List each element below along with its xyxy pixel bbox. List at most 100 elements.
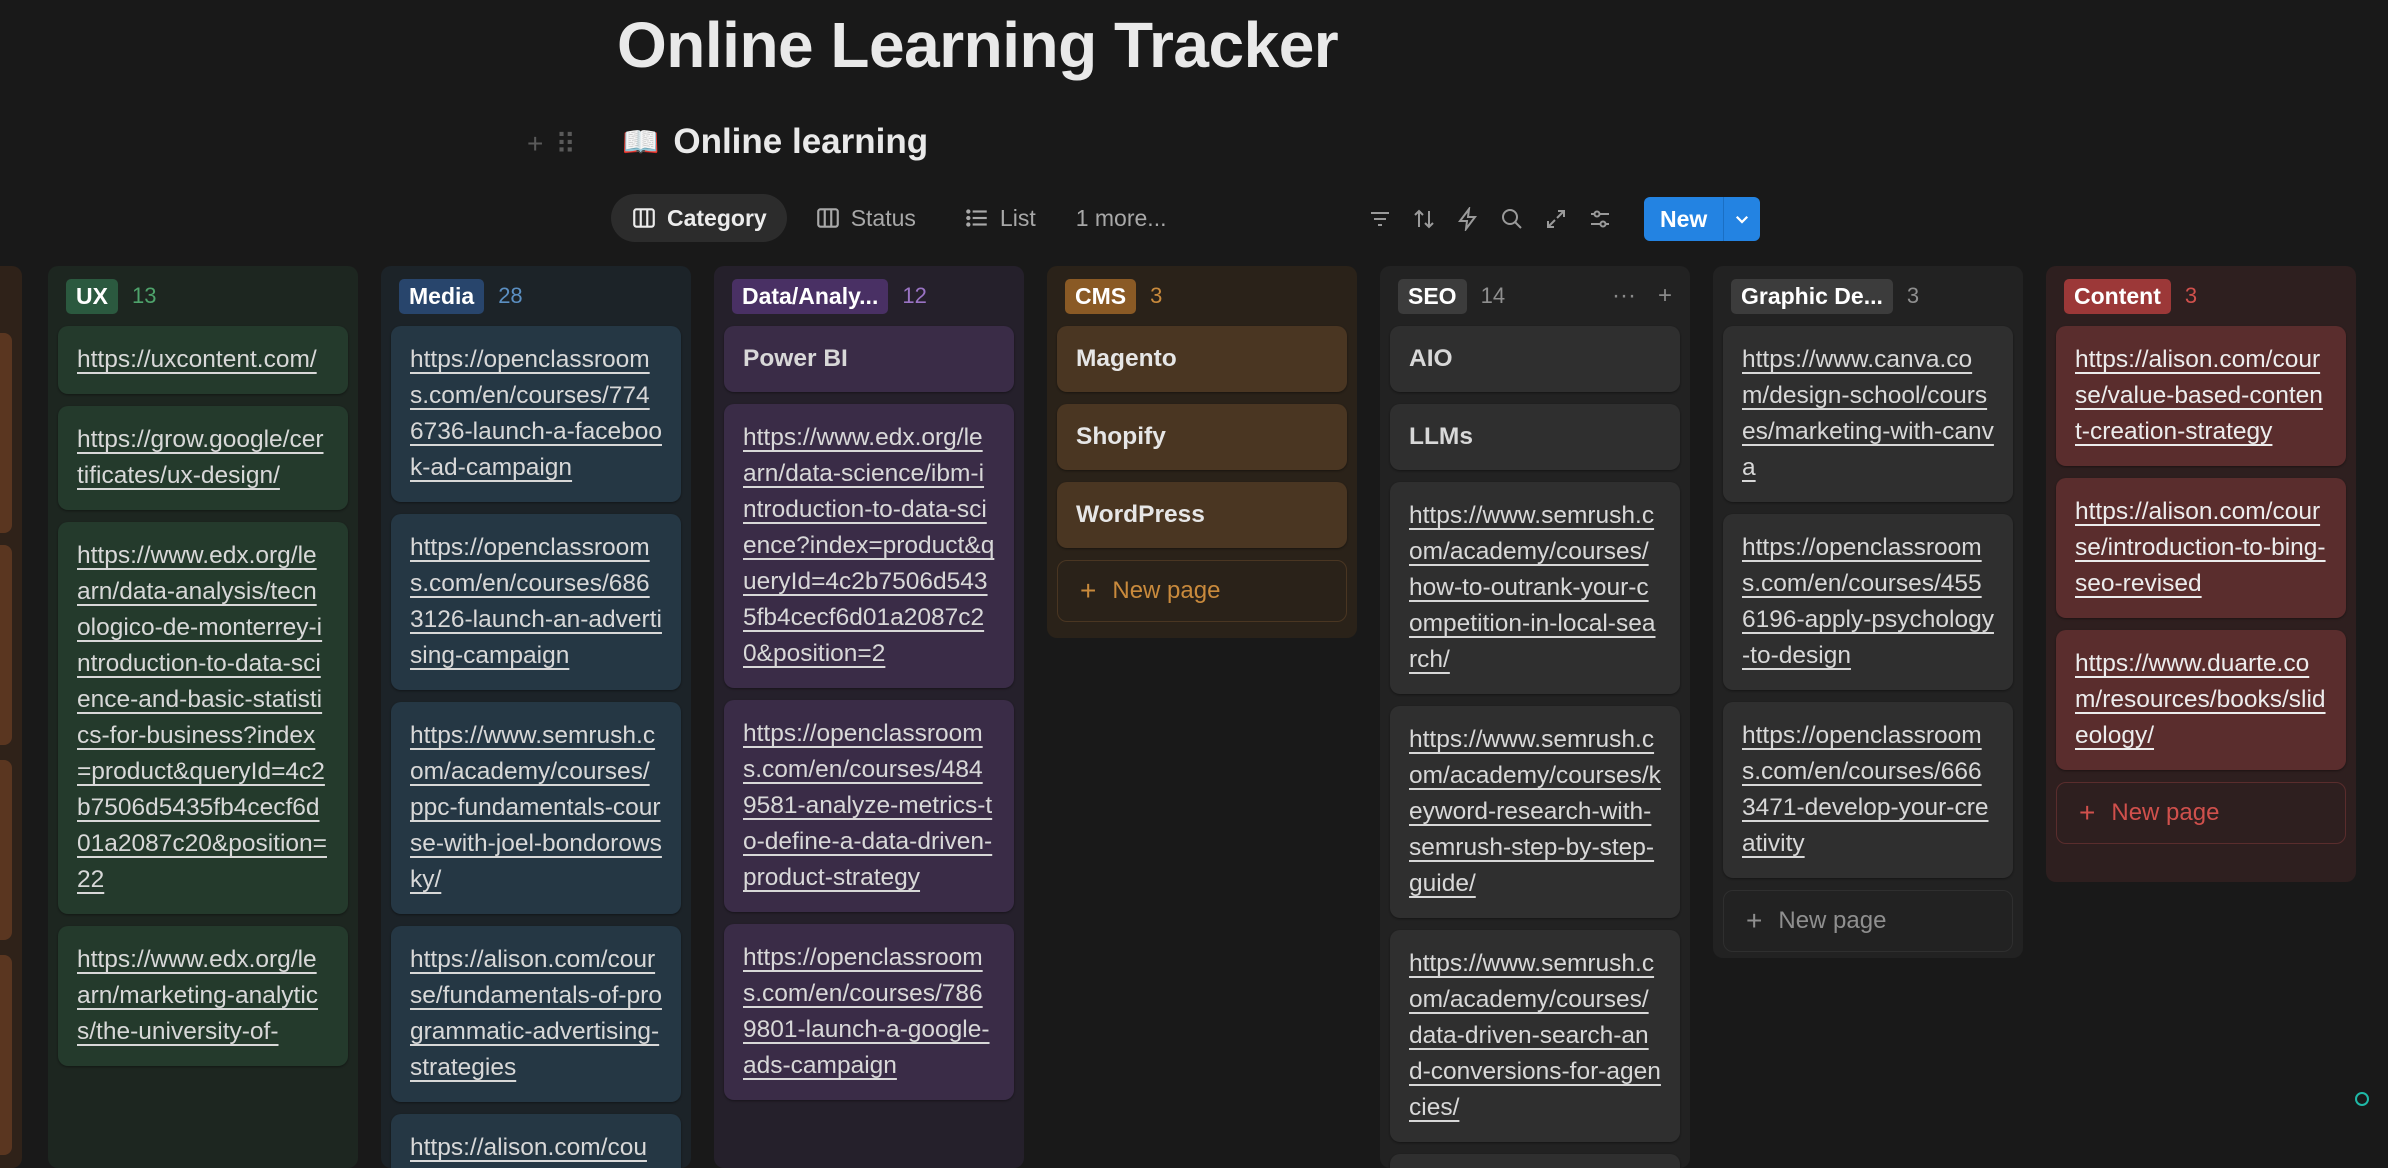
search-icon[interactable] <box>1500 207 1524 231</box>
board-card[interactable]: https://openclassrooms.com/en/courses/78… <box>724 924 1014 1100</box>
board-card[interactable]: https://www.semrush.com/academy/courses/… <box>391 702 681 914</box>
card-title-link[interactable]: https://openclassrooms.com/en/courses/45… <box>1742 534 1994 669</box>
board-card[interactable]: https://uxcontent.com/ <box>58 326 348 394</box>
add-block-icon[interactable]: + <box>527 128 543 161</box>
new-page-button[interactable]: + New page <box>2056 782 2346 844</box>
board-card[interactable]: Power BI <box>724 326 1014 392</box>
board-card[interactable]: LLMs <box>1390 404 1680 470</box>
tab-list[interactable]: List <box>944 194 1056 242</box>
card-title-link[interactable]: https://www.semrush.com/academy/courses/… <box>1409 502 1655 673</box>
column-group-label[interactable]: Data/Analy... <box>732 278 889 314</box>
board-card[interactable]: https://www.semrush.com/academy/courses/… <box>1390 706 1680 918</box>
tab-category[interactable]: Category <box>611 194 787 242</box>
card-title-link[interactable]: https://grow.google/certificates/ux-desi… <box>77 426 324 489</box>
board-card[interactable]: https://openclassrooms.com/en/courses/66… <box>1723 702 2013 878</box>
column-group-label[interactable]: CMS <box>1065 278 1137 314</box>
card-title-link[interactable]: https://www.edx.org/learn/data-science/i… <box>743 424 994 667</box>
board-column: CMS 3 Magento Shopify WordPress + New page <box>1047 266 1357 638</box>
board-card[interactable]: Magento <box>1057 326 1347 392</box>
card-title-link[interactable]: https://openclassrooms.com/en/courses/48… <box>743 720 992 891</box>
card-title-link[interactable]: https://alison.com/course/fundamentals-o… <box>410 946 662 1081</box>
tab-label: Category <box>667 204 767 231</box>
card-title-link[interactable]: https://alison.com/cou <box>410 1134 647 1161</box>
column-group-label[interactable]: Content <box>2064 278 2171 314</box>
new-page-button[interactable]: + New page <box>1723 890 2013 952</box>
card-title-link[interactable]: https://www.edx.org/learn/data-analysis/… <box>77 542 327 893</box>
plus-icon: + <box>2079 797 2096 828</box>
column-header: Graphic De... 3 <box>1723 266 2013 326</box>
card-title-link[interactable]: https://www.edx.org/learn/marketing-anal… <box>77 946 318 1045</box>
more-options-icon[interactable]: ··· <box>1612 282 1636 310</box>
add-card-icon[interactable]: + <box>1658 282 1672 310</box>
new-page-label: New page <box>1778 907 1887 934</box>
column-header: SEO 14 ··· + <box>1390 266 1680 326</box>
card-title-link[interactable]: https://openclassrooms.com/en/courses/78… <box>743 944 990 1079</box>
board-card[interactable]: https://alison.com/cou <box>391 1114 681 1168</box>
card-title-link[interactable]: https://www.canva.com/design-school/cour… <box>1742 346 1994 481</box>
card-title-link[interactable]: https://alison.com/course/value-based-co… <box>2075 346 2323 445</box>
column-group-label[interactable]: UX <box>66 278 118 314</box>
board-column: Graphic De... 3 https://www.canva.com/desi… <box>1713 266 2023 958</box>
card-title-link[interactable]: https://www.semrush.com/academy/courses/… <box>410 722 662 893</box>
filter-icon[interactable] <box>1368 207 1392 231</box>
board-card[interactable]: https://www.edx.org/learn/marketing-anal… <box>58 926 348 1066</box>
column-header: CMS 3 <box>1057 266 1347 326</box>
drag-handle-icon[interactable]: ⠿ <box>555 128 576 161</box>
column-group-label[interactable]: Media <box>399 278 485 314</box>
new-button-group: New <box>1644 197 1761 241</box>
board-card[interactable]: https://openclassrooms.com/en/courses/48… <box>724 700 1014 912</box>
card-title-link[interactable]: https://www.semrush.com/academy/courses/… <box>1409 950 1661 1121</box>
board-card[interactable]: https://www.edx.org/learn/data-analysis/… <box>58 522 348 914</box>
expand-icon[interactable] <box>1544 207 1568 231</box>
board-card[interactable]: https://www.edx.org/learn/data-science/i… <box>724 404 1014 688</box>
status-dot <box>2355 1092 2369 1106</box>
settings-icon[interactable] <box>1588 207 1612 231</box>
board-card[interactable]: AIO <box>1390 326 1680 392</box>
card-title-link[interactable]: https://uxcontent.com/ <box>77 346 317 373</box>
card-title-link[interactable]: https://alison.com/course/introduction-t… <box>2075 498 2326 597</box>
board-card[interactable]: WordPress <box>1057 482 1347 548</box>
card-title-link[interactable]: https://openclassrooms.com/en/courses/66… <box>1742 722 1989 857</box>
card-title-link[interactable]: https://www.duarte.com/resources/books/s… <box>2075 650 2326 749</box>
database-name[interactable]: Online learning <box>673 122 928 162</box>
board-card[interactable]: https://alison.com/course/fundamentals-o… <box>391 926 681 1102</box>
board-card[interactable]: https://alison.com/course/value-based-co… <box>2056 326 2346 466</box>
column-count: 3 <box>1906 283 1920 308</box>
column-header: Data/Analy... 12 <box>724 266 1014 326</box>
board-card[interactable]: Shopify <box>1057 404 1347 470</box>
tab-label: List <box>999 204 1036 231</box>
column-group-label[interactable]: SEO <box>1398 278 1467 314</box>
board-column: Content 3 https://alison.com/course/value-… <box>2046 266 2356 882</box>
board-card[interactable]: https://openclassrooms.com/en/courses/45… <box>1723 514 2013 690</box>
card-title: LLMs <box>1409 423 1473 450</box>
lightning-icon[interactable] <box>1456 207 1480 231</box>
board-card[interactable]: https://www.semrush.com/academy/courses/… <box>1390 482 1680 694</box>
card-title: Magento <box>1076 345 1177 372</box>
column-header: Media 28 <box>391 266 681 326</box>
board-card[interactable]: https://openclassrooms.com/en/courses/68… <box>391 514 681 690</box>
tab-status[interactable]: Status <box>795 194 936 242</box>
board-column: Media 28 https://openclassrooms.com/en/cou… <box>381 266 691 1168</box>
view-tabs: Category Status List 1 more... <box>611 194 1178 242</box>
block-handles: + ⠿ <box>527 128 576 161</box>
new-page-button[interactable]: + New page <box>1057 560 1347 622</box>
board-card[interactable]: https://www.semrush. <box>1390 1154 1680 1168</box>
column-actions: ··· + <box>1612 282 1680 310</box>
chevron-down-icon[interactable] <box>1723 197 1761 241</box>
open-book-icon: 📖 <box>622 125 660 159</box>
board-card[interactable]: https://openclassrooms.com/en/courses/77… <box>391 326 681 502</box>
board-card[interactable]: https://www.canva.com/design-school/cour… <box>1723 326 2013 502</box>
plus-icon: + <box>1080 575 1097 606</box>
board-card[interactable]: https://www.semrush.com/academy/courses/… <box>1390 930 1680 1142</box>
board-card[interactable]: https://www.duarte.com/resources/books/s… <box>2056 630 2346 770</box>
sort-icon[interactable] <box>1412 207 1436 231</box>
more-views-button[interactable]: 1 more... <box>1064 205 1179 232</box>
board-card[interactable]: https://alison.com/course/introduction-t… <box>2056 478 2346 618</box>
new-button[interactable]: New <box>1644 197 1724 241</box>
card-title-link[interactable]: https://www.semrush.com/academy/courses/… <box>1409 726 1661 897</box>
column-count: 28 <box>498 283 523 308</box>
card-title-link[interactable]: https://openclassrooms.com/en/courses/77… <box>410 346 662 481</box>
column-group-label[interactable]: Graphic De... <box>1731 278 1893 314</box>
board-card[interactable]: https://grow.google/certificates/ux-desi… <box>58 406 348 510</box>
card-title-link[interactable]: https://openclassrooms.com/en/courses/68… <box>410 534 662 669</box>
